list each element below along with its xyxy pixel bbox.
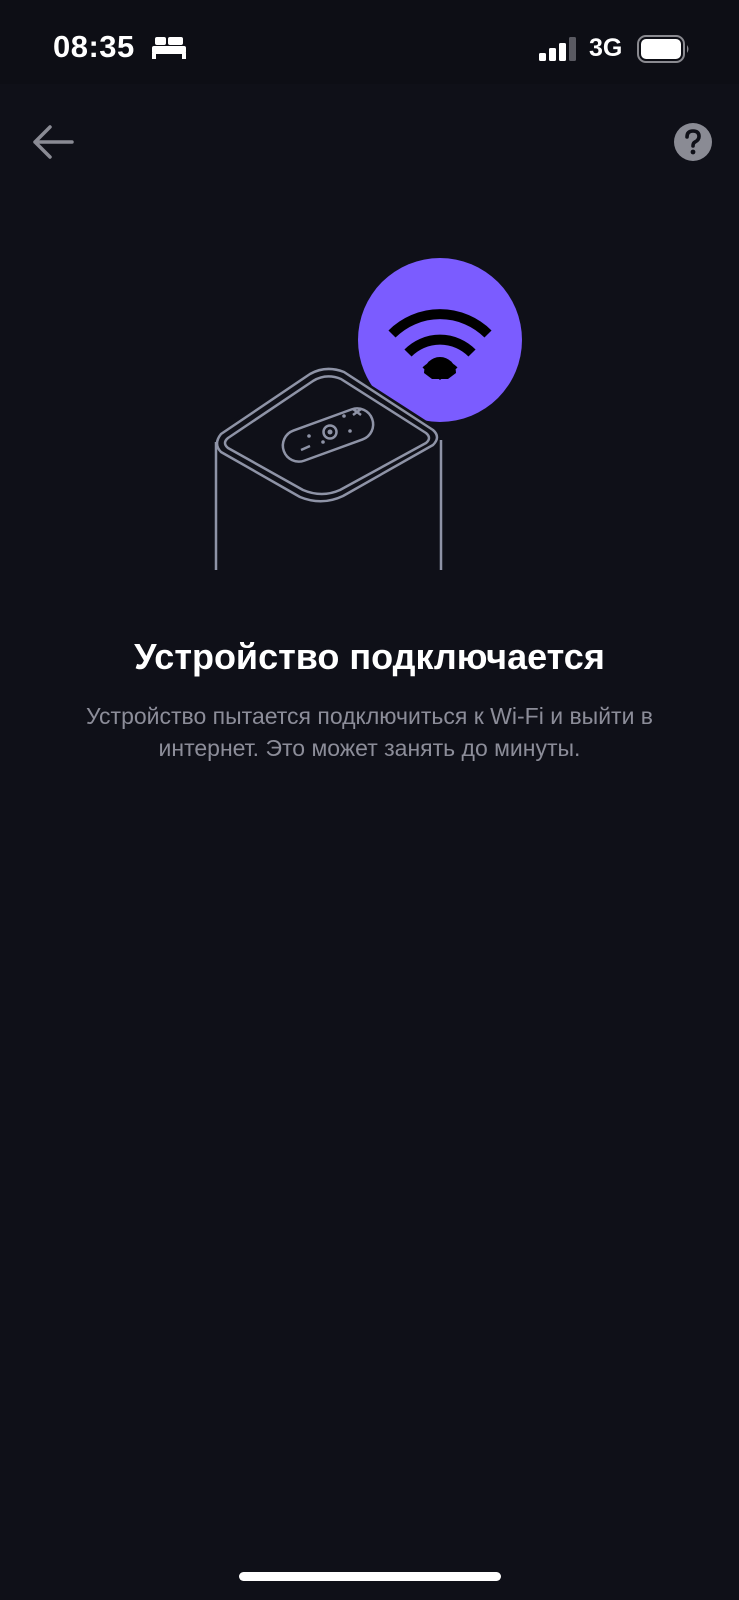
page-description: Устройство пытается подключиться к Wi-Fi… [85,703,654,761]
page-title: Устройство подключается [134,636,605,677]
back-button[interactable] [30,122,76,162]
arrow-left-icon [33,125,74,159]
network-type-label: 3G [589,34,623,62]
bed-icon [152,37,186,59]
status-time: 08:35 [53,29,135,64]
battery-icon [637,35,689,63]
smart-speaker-illustration [214,258,522,570]
home-indicator[interactable] [239,1572,501,1581]
help-button[interactable] [673,122,713,162]
cellular-signal-icon [539,37,576,61]
question-circle-icon [674,123,712,161]
status-bar: 08:35 3G [0,0,739,84]
